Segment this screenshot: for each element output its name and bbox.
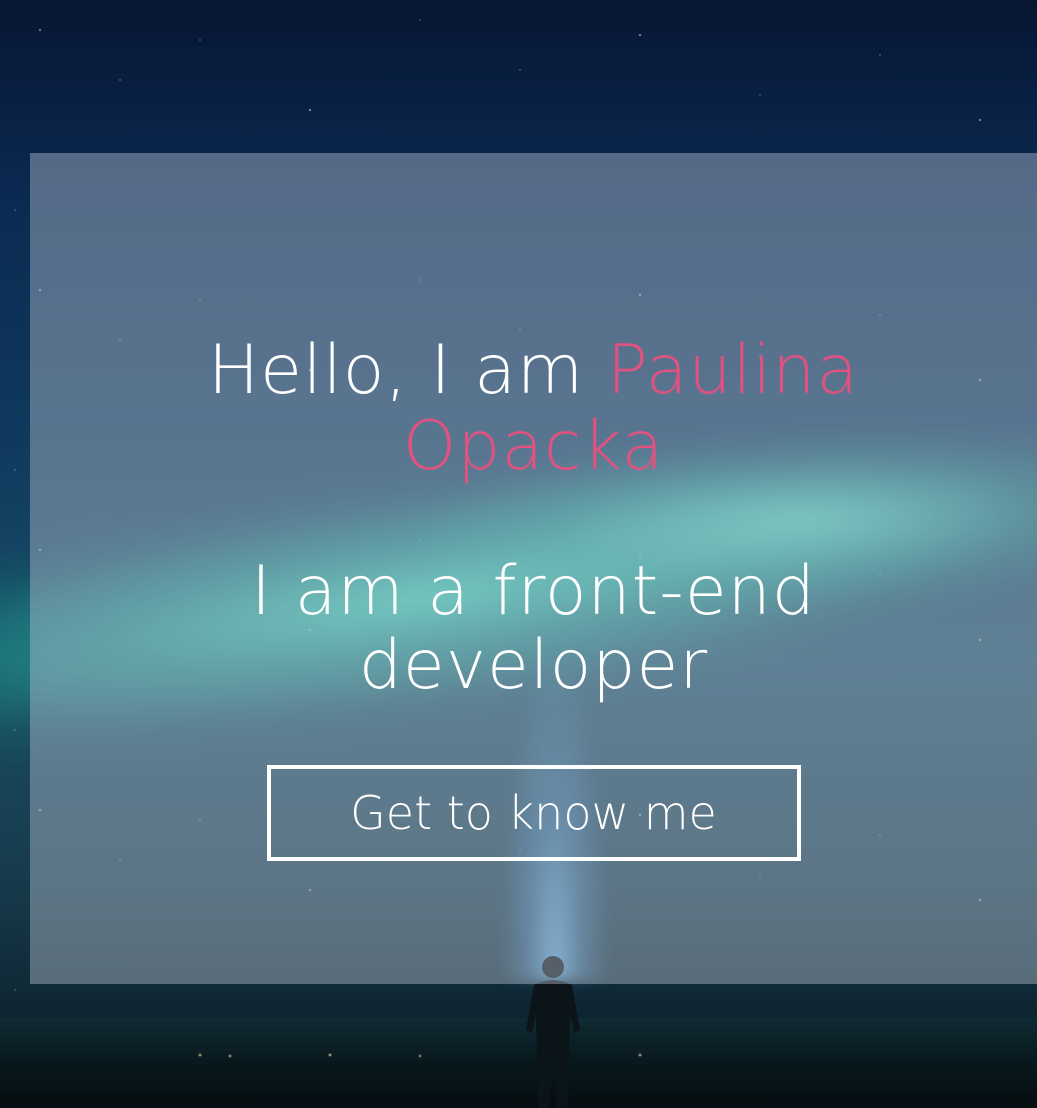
intro-overlay-panel: Hello, I am Paulina Opacka I am a front-…	[30, 153, 1037, 984]
greeting-text: Hello, I am	[207, 331, 607, 410]
hero-tagline: I am a front-end developer	[251, 552, 816, 705]
ground-silhouette	[0, 1018, 1037, 1108]
get-to-know-me-button[interactable]: Get to know me	[266, 765, 801, 861]
hero-section: Hello, I am Paulina Opacka I am a front-…	[0, 0, 1037, 1108]
distant-lights	[0, 1050, 1037, 1060]
hero-headline: Hello, I am Paulina Opacka	[154, 333, 914, 485]
